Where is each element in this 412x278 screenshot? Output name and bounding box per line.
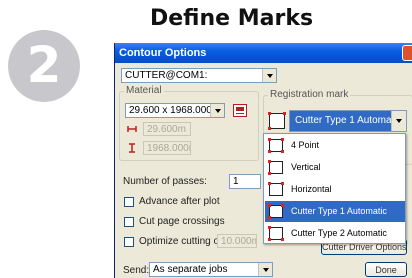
page-title: Define Marks [150, 6, 314, 31]
device-select-value: CUTTER@COM1: [125, 70, 208, 81]
passes-value: 1 [233, 176, 239, 187]
optimize-distance-value: 10.000m [221, 236, 257, 247]
registration-mark-icon [268, 112, 286, 130]
registration-mark-icon [268, 226, 284, 241]
send-select-value: As separate jobs [153, 264, 228, 275]
material-length-field[interactable]: 1968.000m [143, 141, 191, 155]
cut-page-crossings-label: Cut page crossings [139, 216, 225, 227]
done-button[interactable]: Done [365, 262, 407, 277]
option-horizontal[interactable]: Horizontal [265, 179, 405, 200]
material-group-label: Material [124, 85, 164, 97]
registration-mark-icon [268, 138, 284, 153]
step-number: 2 [26, 36, 62, 94]
option-4-point[interactable]: 4 Point [265, 135, 405, 156]
dropdown-arrow-icon[interactable] [210, 104, 224, 117]
option-label: Vertical [291, 162, 321, 172]
option-cutter-type-2-automatic[interactable]: Cutter Type 2 Automatic [265, 223, 405, 244]
send-label: Send: [123, 265, 150, 276]
advance-after-plot-checkbox[interactable] [124, 197, 134, 207]
option-vertical[interactable]: Vertical [265, 157, 405, 178]
option-cutter-type-1-automatic[interactable]: Cutter Type 1 Automatic [265, 201, 405, 222]
material-size-select[interactable]: 29.600 x 1968.000m [125, 103, 225, 118]
passes-label: Number of passes: [123, 176, 207, 187]
dialog-title: Contour Options [119, 47, 207, 59]
length-icon [129, 143, 135, 153]
option-label: Cutter Type 2 Automatic [291, 228, 387, 238]
registration-mark-icon [268, 204, 284, 219]
width-icon [127, 126, 137, 132]
send-select[interactable]: As separate jobs [149, 262, 273, 277]
option-label: 4 Point [291, 140, 320, 150]
dialog-title-bar: Contour Options [115, 43, 412, 63]
advance-after-plot-label: Advance after plot [139, 196, 220, 207]
material-length-value: 1968.000m [147, 143, 190, 154]
cut-page-crossings-checkbox[interactable] [124, 217, 134, 227]
material-width-value: 29.600m [147, 124, 186, 135]
passes-stepper[interactable]: 1 [229, 174, 261, 189]
contour-options-dialog: Contour Options CUTTER@COM1: Material 29… [114, 43, 412, 278]
close-icon[interactable] [402, 45, 412, 61]
registration-mark-icon [268, 182, 284, 196]
option-label: Horizontal [291, 184, 332, 194]
dropdown-arrow-icon[interactable] [391, 111, 406, 131]
registration-mark-label: Registration mark [268, 89, 351, 101]
option-label: Cutter Type 1 Automatic [291, 206, 387, 216]
step-number-badge: 2 [8, 30, 80, 102]
dropdown-arrow-icon[interactable] [258, 263, 272, 276]
device-select[interactable]: CUTTER@COM1: [121, 68, 277, 83]
registration-mark-icon [268, 160, 283, 175]
material-width-field[interactable]: 29.600m [143, 122, 191, 136]
material-size-value: 29.600 x 1968.000m [129, 105, 221, 116]
optimize-distance-field[interactable]: 10.000m [217, 234, 257, 248]
registration-mark-dropdown: 4 Point Vertical Horizontal Cutter Type … [263, 133, 406, 244]
material-icon[interactable] [233, 104, 247, 117]
registration-mark-selected: Cutter Type 1 Automatic [295, 115, 402, 126]
dropdown-arrow-icon[interactable] [262, 69, 276, 82]
optimize-cutting-order-checkbox[interactable] [124, 237, 134, 247]
done-button-label: Done [375, 265, 397, 275]
registration-mark-select[interactable]: Cutter Type 1 Automatic [289, 110, 407, 132]
